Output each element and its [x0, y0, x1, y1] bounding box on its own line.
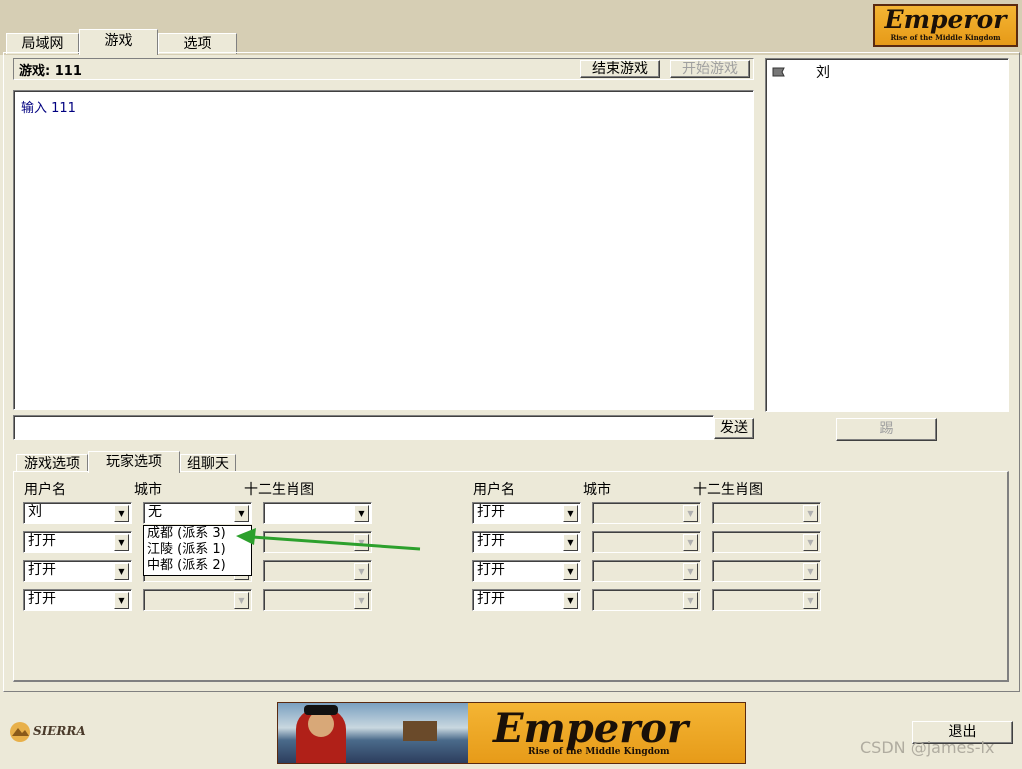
city-select[interactable]: ▼: [592, 531, 701, 553]
sierra-logo: SIERRA: [9, 721, 99, 743]
chevron-down-icon[interactable]: ▼: [114, 563, 129, 580]
chevron-down-icon[interactable]: ▼: [114, 592, 129, 609]
header-user-left: 用户名: [24, 482, 66, 498]
flag-icon: [772, 67, 785, 77]
chevron-down-icon[interactable]: ▼: [683, 563, 698, 580]
tab-lan[interactable]: 局域网: [6, 33, 79, 54]
user-select[interactable]: 打开 ▼: [472, 589, 581, 611]
city-select[interactable]: ▼: [143, 589, 252, 611]
emperor-logo-top: Emperor Rise of the Middle Kingdom: [873, 4, 1018, 47]
chevron-down-icon[interactable]: ▼: [563, 563, 578, 580]
emperor-banner: Emperor Rise of the Middle Kingdom: [277, 702, 746, 764]
user-select[interactable]: 打开 ▼: [23, 531, 132, 553]
user-select[interactable]: 打开 ▼: [23, 589, 132, 611]
chevron-down-icon[interactable]: ▼: [803, 563, 818, 580]
city-select[interactable]: ▼: [592, 560, 701, 582]
user-select[interactable]: 打开 ▼: [472, 560, 581, 582]
chevron-down-icon[interactable]: ▼: [234, 592, 249, 609]
chevron-down-icon[interactable]: ▼: [114, 534, 129, 551]
user-select[interactable]: 打开 ▼: [23, 560, 132, 582]
tab-game[interactable]: 游戏: [79, 29, 158, 55]
chevron-down-icon[interactable]: ▼: [683, 505, 698, 522]
chevron-down-icon[interactable]: ▼: [683, 534, 698, 551]
chevron-down-icon[interactable]: ▼: [354, 505, 369, 522]
watermark: CSDN @james-lx: [860, 738, 995, 757]
zodiac-select[interactable]: ▼: [712, 589, 821, 611]
player-item[interactable]: 刘: [770, 62, 1000, 81]
banner-illustration: [278, 703, 468, 763]
chevron-down-icon[interactable]: ▼: [234, 505, 249, 522]
end-game-button[interactable]: 结束游戏: [580, 60, 660, 78]
header-city-right: 城市: [583, 482, 611, 498]
chevron-down-icon[interactable]: ▼: [803, 505, 818, 522]
annotation-arrow-icon: [236, 528, 421, 551]
player-list: 刘: [765, 58, 1009, 412]
header-zodiac-right: 十二生肖图: [693, 482, 763, 498]
player-name: 刘: [816, 65, 830, 81]
tab-player-options[interactable]: 玩家选项: [88, 451, 180, 473]
send-button[interactable]: 发送: [714, 418, 754, 439]
dropdown-option[interactable]: 中都 (派系 2): [144, 558, 251, 574]
chat-log: 输入 111: [13, 90, 754, 410]
header-user-right: 用户名: [473, 482, 515, 498]
chevron-down-icon[interactable]: ▼: [803, 534, 818, 551]
chevron-down-icon[interactable]: ▼: [563, 505, 578, 522]
tab-options[interactable]: 选项: [158, 33, 237, 54]
chevron-down-icon[interactable]: ▼: [803, 592, 818, 609]
sierra-mountain-icon: [10, 722, 30, 742]
chevron-down-icon[interactable]: ▼: [563, 534, 578, 551]
kick-button[interactable]: 踢: [836, 418, 937, 441]
zodiac-select[interactable]: ▼: [712, 502, 821, 524]
chat-input[interactable]: [13, 415, 714, 440]
city-select[interactable]: 无 ▼: [143, 502, 252, 524]
zodiac-select[interactable]: ▼: [263, 560, 372, 582]
game-label: 游戏: 111: [19, 64, 82, 79]
zodiac-select[interactable]: ▼: [263, 589, 372, 611]
user-select[interactable]: 打开 ▼: [472, 502, 581, 524]
user-select[interactable]: 打开 ▼: [472, 531, 581, 553]
start-game-button[interactable]: 开始游戏: [670, 60, 750, 78]
tab-game-options[interactable]: 游戏选项: [16, 454, 88, 472]
user-select[interactable]: 刘 ▼: [23, 502, 132, 524]
chevron-down-icon[interactable]: ▼: [354, 563, 369, 580]
chevron-down-icon[interactable]: ▼: [563, 592, 578, 609]
zodiac-select[interactable]: ▼: [712, 531, 821, 553]
header-zodiac-left: 十二生肖图: [244, 482, 314, 498]
chevron-down-icon[interactable]: ▼: [683, 592, 698, 609]
city-select[interactable]: ▼: [592, 502, 701, 524]
chevron-down-icon[interactable]: ▼: [354, 592, 369, 609]
header-city-left: 城市: [134, 482, 162, 498]
zodiac-select[interactable]: ▼: [263, 502, 372, 524]
chevron-down-icon[interactable]: ▼: [114, 505, 129, 522]
city-select[interactable]: ▼: [592, 589, 701, 611]
chat-line: 输入 111: [21, 101, 76, 116]
tab-group-chat[interactable]: 组聊天: [180, 454, 236, 472]
zodiac-select[interactable]: ▼: [712, 560, 821, 582]
